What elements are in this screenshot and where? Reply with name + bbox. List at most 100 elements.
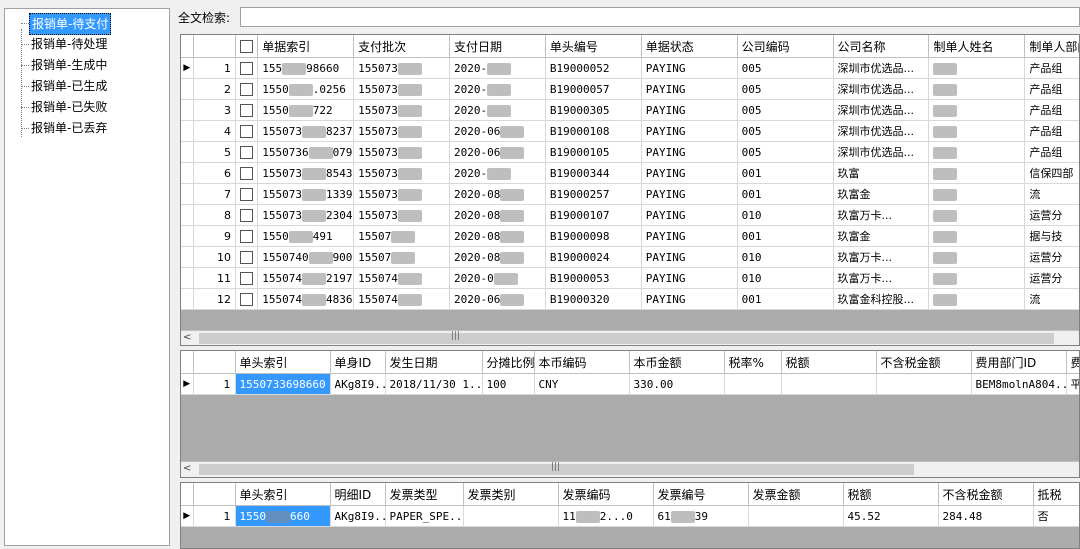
ratio-cell[interactable]: 100 (482, 373, 535, 395)
table-row[interactable]: 2 1550 .0256 155073 2020- B19000057 PAYING 005 深… (181, 78, 1079, 100)
creator-name-cell[interactable] (928, 204, 1026, 226)
row-checkbox-cell[interactable] (235, 225, 259, 247)
table-row[interactable]: 10 1550740 9000 15507 2020-08 B19000024PAYING… (181, 246, 1079, 268)
company-code-cell[interactable]: 005 (737, 78, 834, 100)
creator-dept-cell[interactable]: 产品组 (1024, 141, 1079, 163)
tree-item[interactable]: 报销单-已失败 (5, 97, 165, 117)
column-header[interactable]: 发票编码 (558, 483, 654, 506)
table-row[interactable]: 4 155073 8237 155073 2020-06 B19000108 PAYING 0… (181, 120, 1079, 142)
head-no-cell[interactable]: B19000108 (545, 120, 642, 142)
date-cell[interactable]: 2020- (449, 162, 546, 184)
column-header[interactable]: 发票编号 (653, 483, 749, 506)
detail-grid[interactable]: 单头索引 单身ID 发生日期 分摊比例 本币编码 本币金额 税率% 税额 不含税金额 费用部门ID… (180, 350, 1080, 478)
creator-name-cell[interactable] (928, 183, 1026, 205)
status-cell[interactable]: PAYING (641, 288, 738, 310)
index-cell[interactable]: 155073 8543 (257, 162, 355, 184)
row-checkbox[interactable] (240, 166, 253, 180)
search-input[interactable] (240, 7, 1080, 27)
company-code-cell[interactable]: 005 (737, 99, 834, 121)
category-cell[interactable] (463, 505, 559, 527)
column-header[interactable]: 分摊比例 (482, 351, 535, 374)
column-header[interactable]: 单据索引 (257, 35, 355, 58)
row-checkbox-cell[interactable] (235, 204, 259, 226)
batch-cell[interactable]: 155073 (353, 99, 450, 121)
company-name-cell[interactable]: 玖富万卡... (833, 246, 930, 268)
head-no-cell[interactable]: B19000057 (545, 78, 642, 100)
column-header[interactable]: 费 (1066, 351, 1079, 374)
creator-dept-cell[interactable]: 运营分 (1024, 204, 1079, 226)
invoice-code-cell[interactable]: 11 2...0 (558, 505, 654, 527)
row-selector[interactable] (181, 246, 194, 268)
batch-cell[interactable]: 155073 (353, 78, 450, 100)
company-name-cell[interactable]: 玖富 (833, 162, 930, 184)
status-cell[interactable]: PAYING (641, 204, 738, 226)
amount-cell[interactable] (748, 505, 844, 527)
table-row[interactable]: 12 155074 4836 155074 2020-06 B19000320 PAYING… (181, 288, 1079, 310)
creator-dept-cell[interactable]: 产品组 (1024, 120, 1079, 142)
creator-name-cell[interactable] (928, 141, 1026, 163)
company-code-cell[interactable]: 010 (737, 204, 834, 226)
tax-cell[interactable] (781, 373, 877, 395)
row-checkbox[interactable] (240, 61, 253, 75)
creator-name-cell[interactable] (928, 288, 1026, 310)
batch-cell[interactable]: 155073 (353, 162, 450, 184)
company-code-cell[interactable]: 010 (737, 246, 834, 268)
date-cell[interactable]: 2020-08 (449, 204, 546, 226)
batch-cell[interactable]: 155074 (353, 267, 450, 289)
head-no-cell[interactable]: B19000344 (545, 162, 642, 184)
row-selector[interactable] (181, 162, 194, 184)
table-row[interactable]: 7 155073 1339 155073 2020-08 B19000257 PAYING 0… (181, 183, 1079, 205)
creator-dept-cell[interactable]: 产品组 (1024, 99, 1079, 121)
batch-cell[interactable]: 155073 (353, 120, 450, 142)
row-selector[interactable] (181, 267, 194, 289)
rate-cell[interactable] (724, 373, 782, 395)
column-header[interactable]: 单头编号 (545, 35, 642, 58)
table-row[interactable]: ▶11550733698660AKg8I9...2018/11/30 1...1… (181, 373, 1079, 395)
creator-name-cell[interactable] (928, 57, 1026, 79)
index-cell[interactable]: 1550 722 (257, 99, 355, 121)
company-name-cell[interactable]: 玖富金科控股... (833, 288, 930, 310)
row-checkbox[interactable] (240, 82, 253, 96)
batch-cell[interactable]: 155073 (353, 183, 450, 205)
creator-name-cell[interactable] (928, 225, 1026, 247)
creator-dept-cell[interactable]: 运营分 (1024, 246, 1079, 268)
head-no-cell[interactable]: B19000024 (545, 246, 642, 268)
creator-dept-cell[interactable]: 运营分 (1024, 267, 1079, 289)
company-name-cell[interactable]: 深圳市优选品... (833, 141, 930, 163)
head-no-cell[interactable]: B19000052 (545, 57, 642, 79)
scroll-left-icon[interactable]: < (183, 332, 191, 343)
index-cell[interactable]: 155073 1339 (257, 183, 355, 205)
head-no-cell[interactable]: B19000107 (545, 204, 642, 226)
row-checkbox-cell[interactable] (235, 99, 259, 121)
status-cell[interactable]: PAYING (641, 78, 738, 100)
table-row[interactable]: 3 1550 722 155073 2020- B19000305 PAYING 005 深圳市… (181, 99, 1079, 121)
column-header[interactable]: 发票类型 (385, 483, 464, 506)
column-header[interactable]: 明细ID (330, 483, 386, 506)
index-cell[interactable]: 1550736 0790 (257, 141, 355, 163)
select-all-header[interactable] (235, 35, 259, 58)
row-checkbox[interactable] (240, 271, 253, 285)
index-cell[interactable]: 1550 491 (257, 225, 355, 247)
batch-cell[interactable]: 15507 (353, 225, 450, 247)
index-cell[interactable]: 155 98660 (257, 57, 355, 79)
batch-cell[interactable]: 15507 (353, 246, 450, 268)
row-checkbox-cell[interactable] (235, 267, 259, 289)
row-checkbox-cell[interactable] (235, 141, 259, 163)
company-code-cell[interactable]: 001 (737, 288, 834, 310)
index-cell[interactable]: 1550 .0256 (257, 78, 355, 100)
table-row[interactable]: ▶11550 660 AKg8I9...PAPER_SPE... 11 2...0 61 3… (181, 505, 1079, 527)
invoice-grid[interactable]: 单头索引 明细ID 发票类型 发票类别 发票编码 发票编号 发票金额 税额 不含税金额 抵税 ▶ 1… (180, 482, 1080, 549)
date-cell[interactable]: 2020-08 (449, 225, 546, 247)
table-row[interactable]: 5 1550736 0790 155073 2020-06 B19000105PAYING… (181, 141, 1079, 163)
row-checkbox-cell[interactable] (235, 246, 259, 268)
company-name-cell[interactable]: 玖富金 (833, 183, 930, 205)
company-name-cell[interactable]: 玖富万卡... (833, 267, 930, 289)
column-header[interactable]: 单头索引 (235, 351, 331, 374)
date-cell[interactable]: 2020-06 (449, 141, 546, 163)
row-selector[interactable] (181, 288, 194, 310)
creator-dept-cell[interactable]: 产品组 (1024, 57, 1079, 79)
fee-cell[interactable]: 平 (1066, 373, 1079, 395)
column-header[interactable]: 制单人部门称 (1024, 35, 1079, 58)
table-row[interactable]: ▶ 1 155 98660 155073 2020- B19000052 PAYING 005 深… (181, 57, 1079, 79)
row-checkbox-cell[interactable] (235, 78, 259, 100)
